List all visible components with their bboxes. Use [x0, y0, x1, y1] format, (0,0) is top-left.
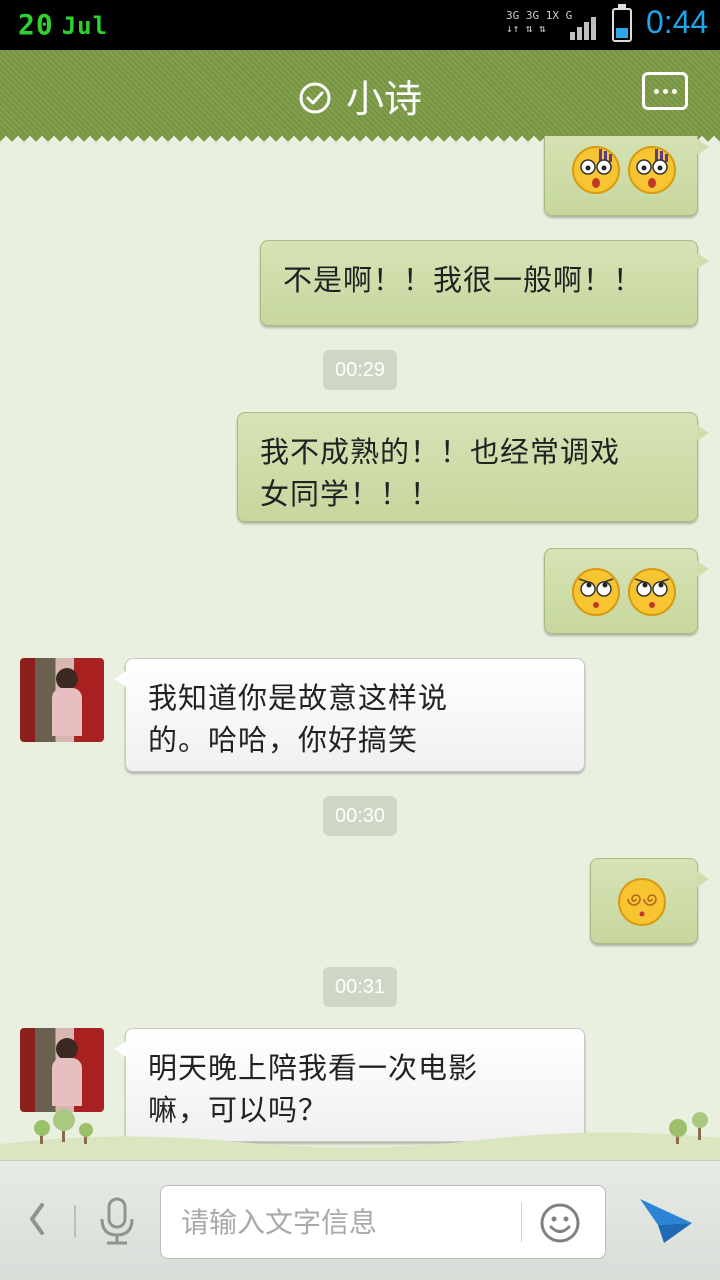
message-bubble-outgoing[interactable]: 不是啊！！我很一般啊！！	[260, 240, 709, 326]
message-bubble-incoming[interactable]: 我知道你是故意这样说 的。哈哈，你好搞笑	[114, 658, 585, 772]
divider	[74, 1205, 76, 1237]
status-month: Jul	[61, 12, 109, 40]
message-text: 我不成熟的！！也经常调戏 女同学！！！	[260, 431, 677, 515]
network-types: 3G 3G 1X G	[506, 9, 573, 22]
contact-avatar[interactable]	[20, 658, 104, 742]
timestamp: 00:30	[323, 796, 397, 836]
chevron-left-icon[interactable]	[24, 1199, 48, 1239]
eye-roll-emoji-icon	[572, 568, 620, 616]
message-line: 女同学！！！	[260, 477, 441, 511]
input-bar	[0, 1160, 720, 1280]
status-day: 20	[18, 8, 54, 41]
send-icon[interactable]	[638, 1195, 694, 1245]
message-text: 不是啊！！我很一般啊！！	[283, 263, 644, 297]
message-line: 我不成熟的！！也经常调戏	[260, 435, 621, 469]
status-bar: 20 Jul 3G 3G 1X G ↓↑ ⇅ ⇅ 0:44	[0, 0, 720, 50]
message-input-container[interactable]	[160, 1185, 606, 1259]
network-activity: ↓↑ ⇅ ⇅	[506, 22, 546, 35]
timestamp: 00:29	[323, 350, 397, 390]
emoji-picker-icon[interactable]	[539, 1202, 581, 1244]
message-line: 明天晚上陪我看一次电影	[148, 1051, 479, 1085]
status-time: 0:44	[646, 4, 709, 40]
battery-level	[616, 27, 628, 38]
status-date: 20 Jul	[18, 8, 108, 41]
message-line: 我知道你是故意这样说	[148, 681, 449, 715]
message-line: 的。哈哈，你好搞笑	[148, 723, 419, 757]
shocked-face-emoji-icon	[628, 146, 676, 194]
check-circle-icon	[299, 82, 331, 113]
dizzy-face-emoji-icon	[618, 878, 666, 926]
battery-icon	[612, 4, 632, 42]
chat-header: 小诗	[0, 50, 720, 144]
divider	[521, 1202, 522, 1242]
message-bubble-outgoing[interactable]	[544, 548, 709, 634]
landscape-decoration	[0, 1109, 720, 1162]
eye-roll-emoji-icon	[628, 568, 676, 616]
message-bubble-outgoing[interactable]	[590, 858, 709, 944]
message-bubble-outgoing[interactable]: 我不成熟的！！也经常调戏 女同学！！！	[237, 412, 709, 522]
message-bubble-outgoing[interactable]	[544, 136, 709, 216]
message-text: 我知道你是故意这样说 的。哈哈，你好搞笑	[148, 677, 564, 761]
microphone-icon[interactable]	[96, 1197, 138, 1247]
network-indicator: 3G 3G 1X G ↓↑ ⇅ ⇅	[506, 9, 572, 35]
timestamp: 00:31	[323, 967, 397, 1007]
more-options-button[interactable]	[642, 72, 688, 110]
contact-name: 小诗	[345, 77, 422, 121]
signal-icon	[570, 16, 602, 40]
shocked-face-emoji-icon	[572, 146, 620, 194]
chat-area[interactable]: 不是啊！！我很一般啊！！ 00:29 我不成熟的！！也经常调戏 女同学！！！ 我…	[0, 136, 720, 1160]
message-input[interactable]	[181, 1186, 511, 1258]
chat-title-area: 小诗	[0, 68, 720, 123]
